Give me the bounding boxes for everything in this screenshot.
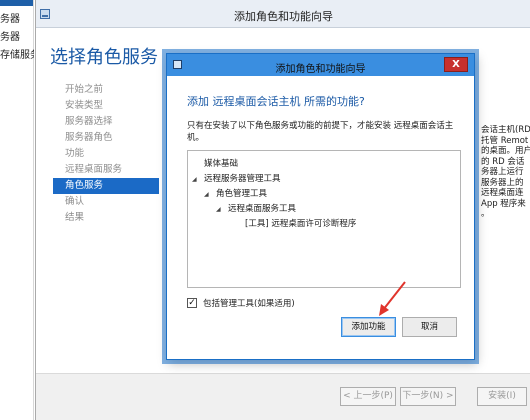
tree-item-rd-licensing-diagnoser[interactable]: [工具] 远程桌面许可诊断程序 [245,217,356,229]
role-description-line: 的桌面。用户 [481,146,530,156]
nav-item-features[interactable]: 功能 [36,146,176,162]
server-manager-sidebar: 务器 务器 存储服务 [0,0,34,420]
role-description-line: 务器上运行 [481,167,524,177]
tree-item-rds-tools[interactable]: ◢ 远程桌面服务工具 [216,202,296,214]
include-tools-label: 包括管理工具(如果适用) [203,299,295,309]
wizard-nav: 开始之前 安装类型 服务器选择 服务器角色 功能 远程桌面服务 角色服务 确认 … [36,82,176,226]
nav-item-installation-type[interactable]: 安装类型 [36,98,176,114]
tree-item-label: 媒体基础 [204,159,239,169]
tree-item-label: 远程桌面服务工具 [228,204,297,214]
required-features-tree: 媒体基础 ◢ 远程服务器管理工具 ◢ 角色管理工具 ◢ 远程桌面服务工具 [工具] 远… [187,150,461,288]
dialog-heading: 添加 远程桌面会话主机 所需的功能? [187,95,365,108]
dialog-title-bar: 添加角色和功能向导 X [167,54,474,76]
nav-item-server-selection[interactable]: 服务器选择 [36,114,176,130]
sidebar-item-server-2[interactable]: 务器 [0,28,34,43]
role-description: 会话主机(RD 托管 Remot 的桌面。用户 的 RD 会话 务器上运行 服务… [481,125,530,220]
nav-item-server-roles[interactable]: 服务器角色 [36,130,176,146]
dialog-title: 添加角色和功能向导 [275,64,366,75]
collapse-triangle-icon[interactable]: ◢ [192,176,204,183]
include-tools-checkbox[interactable]: ✓ [187,298,197,308]
previous-button[interactable]: < 上一步(P) [340,387,396,406]
tree-item-rsat[interactable]: ◢ 远程服务器管理工具 [192,172,281,184]
add-features-button[interactable]: 添加功能 [341,317,396,337]
role-description-line: 托管 Remot [481,135,529,146]
collapse-triangle-icon[interactable]: ◢ [204,191,216,198]
collapse-triangle-icon[interactable]: ◢ [216,206,228,213]
dialog-description: 只有在安装了以下角色服务或功能的前提下，才能安装 远程桌面会话主机。 [187,121,454,143]
sidebar-item-server-1[interactable]: 务器 [0,10,34,25]
tree-item-label: 角色管理工具 [216,189,268,199]
tree-item-media-foundation[interactable]: 媒体基础 [204,157,238,169]
role-description-line: 的 RD 会话 [481,156,525,167]
nav-item-role-services[interactable]: 角色服务 [53,178,159,194]
next-button[interactable]: 下一步(N) > [400,387,456,406]
nav-item-confirmation[interactable]: 确认 [36,194,176,210]
role-description-line: 会话主机(RD [481,125,530,135]
nav-item-results[interactable]: 结果 [36,210,176,226]
tree-item-role-admin-tools[interactable]: ◢ 角色管理工具 [204,187,267,199]
tree-item-label: 远程服务器管理工具 [204,174,281,184]
sidebar-item-storage[interactable]: 存储服务 [0,46,34,61]
include-tools-option[interactable]: ✓ 包括管理工具(如果适用) [187,297,295,309]
outer-window-title: 添加角色和功能向导 [234,10,333,23]
outer-footer: < 上一步(P) 下一步(N) > 安装(I) [36,373,530,420]
nav-item-remote-desktop-services[interactable]: 远程桌面服务 [36,162,176,178]
close-button[interactable]: X [444,57,468,72]
role-description-line: App 程序来 [481,198,526,209]
role-description-line: 服务器上的 [481,177,524,188]
role-description-line: 。 [481,209,490,219]
add-features-dialog: 添加角色和功能向导 X 添加 远程桌面会话主机 所需的功能? 只有在安装了以下角… [166,53,475,360]
role-description-line: 远程桌面连 [481,188,524,198]
cancel-button[interactable]: 取消 [402,317,457,337]
install-button[interactable]: 安装(I) [477,387,527,406]
tree-item-label: [工具] 远程桌面许可诊断程序 [245,219,357,229]
outer-title-bar: 添加角色和功能向导 [36,0,530,28]
page-title: 选择角色服务 [50,47,158,68]
nav-item-before-you-begin[interactable]: 开始之前 [36,82,176,98]
sidebar-topbar [0,0,33,6]
